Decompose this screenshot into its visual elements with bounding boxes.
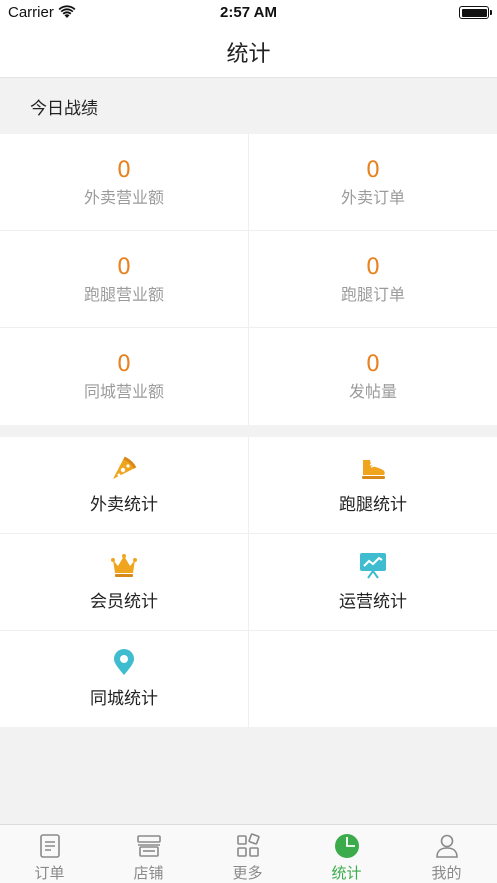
tab-label: 我的 [431,864,462,882]
stat-label: 外卖订单 [340,188,405,207]
tab-label: 订单 [34,864,65,882]
section-header: 今日战绩 [0,78,497,134]
stat-label: 发帖量 [348,382,397,401]
person-icon [435,834,458,858]
stat-local-revenue: 0 同城营业额 [0,328,248,425]
stat-post-count: 0 发帖量 [248,328,497,425]
tab-label: 统计 [331,864,362,882]
menu-errand-stats[interactable]: 跑腿统计 [248,437,497,534]
menu-local-stats[interactable]: 同城统计 [0,631,248,728]
shoe-icon [362,460,385,479]
stat-value: 0 [117,255,131,280]
menu-operations-stats[interactable]: 运营统计 [248,534,497,631]
tab-store[interactable]: 店铺 [99,825,198,883]
tab-bar: 订单 店铺 更多 统计 我的 [0,824,497,883]
menu-label: 会员统计 [90,592,158,612]
stat-label: 外卖营业额 [83,188,164,207]
grid-icon [236,833,260,857]
stat-label: 同城营业额 [83,382,164,401]
menu-member-stats[interactable]: 会员统计 [0,534,248,631]
stat-value: 0 [366,255,380,280]
stat-value: 0 [366,158,380,183]
stat-label: 跑腿订单 [340,285,405,304]
menu-takeout-stats[interactable]: 外卖统计 [0,437,248,534]
stat-value: 0 [117,158,131,183]
tab-label: 店铺 [133,864,164,882]
statistics-menu-grid: 外卖统计 跑腿统计 会员统计 运营统计 同城统计 [0,437,497,728]
presentation-chart-icon [360,553,386,579]
stat-takeout-orders: 0 外卖订单 [248,134,497,231]
stat-errand-revenue: 0 跑腿营业额 [0,231,248,328]
stat-takeout-revenue: 0 外卖营业额 [0,134,248,231]
pizza-icon [113,456,137,479]
store-icon [136,835,161,857]
menu-label: 外卖统计 [90,495,158,515]
stat-errand-orders: 0 跑腿订单 [248,231,497,328]
stat-label: 跑腿营业额 [83,285,164,304]
page-title: 统计 [226,42,271,67]
tab-statistics[interactable]: 统计 [297,825,396,883]
status-time: 2:57 AM [220,4,277,21]
stat-value: 0 [366,352,380,377]
battery-icon [459,6,492,19]
navigation-bar: 统计 [0,26,497,78]
tab-more[interactable]: 更多 [198,825,297,883]
menu-label: 同城统计 [90,689,158,709]
stat-value: 0 [117,352,131,377]
tab-mine[interactable]: 我的 [396,825,497,883]
status-bar: Carrier 2:57 AM [0,0,497,26]
menu-label: 跑腿统计 [339,495,407,515]
document-icon [39,834,60,858]
tab-orders[interactable]: 订单 [0,825,99,883]
section-title: 今日战绩 [30,99,98,119]
menu-label: 运营统计 [339,592,407,612]
tab-label: 更多 [232,864,263,882]
menu-empty-cell [248,631,497,728]
location-pin-icon [114,649,134,675]
crown-icon [111,554,137,577]
pie-chart-icon [334,834,359,858]
today-stats-grid: 0 外卖营业额 0 外卖订单 0 跑腿营业额 0 跑腿订单 0 同城营业额 0 … [0,134,497,425]
